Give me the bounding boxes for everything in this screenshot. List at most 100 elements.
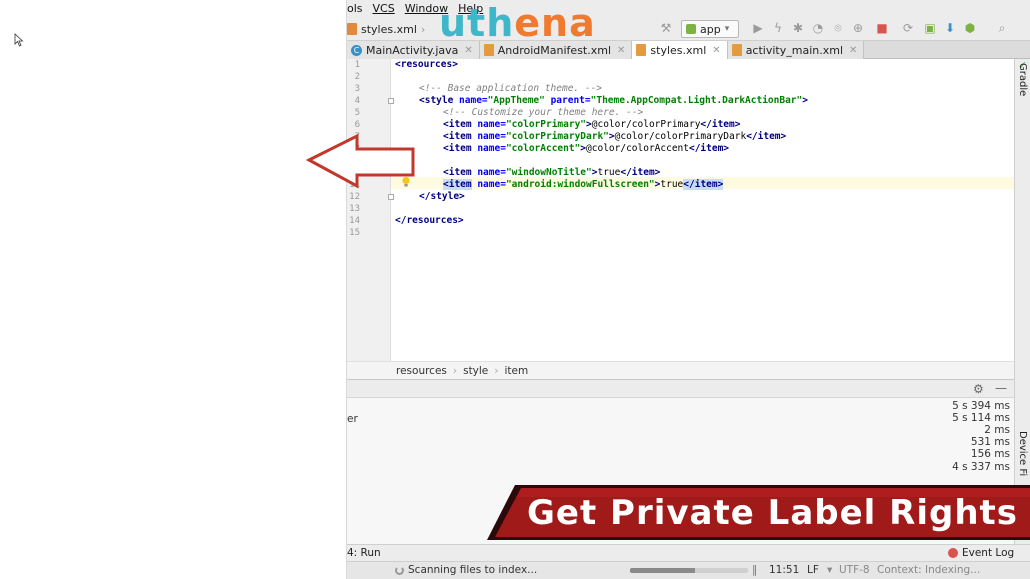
close-icon[interactable]: ✕ xyxy=(849,45,857,56)
stop-icon[interactable]: ■ xyxy=(875,21,889,35)
line-number-gutter: 1 2 3 4 5 6 7 8 9 10 11 12 13 14 15 xyxy=(347,59,394,361)
xml-file-icon xyxy=(483,44,494,56)
fold-marker[interactable] xyxy=(388,194,394,200)
run-config-label: app xyxy=(700,22,721,36)
code-token: "android:windowFullscreen" xyxy=(505,179,655,190)
tab-activity-main[interactable]: activity_main.xml ✕ xyxy=(727,41,865,59)
line-number: 4 xyxy=(354,96,360,106)
editor-tabs: C MainActivity.java ✕ AndroidManifest.xm… xyxy=(347,41,1030,59)
line-number: 6 xyxy=(354,120,360,130)
code-line-12: </style> xyxy=(419,191,465,203)
code-token: "colorAccent" xyxy=(505,143,581,154)
fold-marker[interactable] xyxy=(388,98,394,104)
code-token: @color/colorPrimaryDark xyxy=(614,131,747,142)
right-tool-strip: ✓ Gradle Device Fi xyxy=(1014,59,1030,549)
debug-icon[interactable]: ✱ xyxy=(791,21,805,35)
code-token: "AppTheme" xyxy=(487,95,545,106)
code-line-4: <style name="AppTheme" parent="Theme.App… xyxy=(419,95,808,107)
context-status: Context: Indexing... xyxy=(877,564,981,576)
spinner-icon xyxy=(395,565,404,575)
sdk-manager-icon[interactable]: ⬇ xyxy=(943,21,957,35)
attach-debugger-icon[interactable]: ⌾ xyxy=(831,21,845,35)
tab-label: styles.xml xyxy=(650,43,707,57)
timing-value: 156 ms xyxy=(970,448,1010,460)
cursor-position[interactable]: 11:51 xyxy=(769,564,799,576)
sync-gradle-icon[interactable]: ⟳ xyxy=(901,21,915,35)
menu-tools[interactable]: ols xyxy=(347,2,363,15)
device-file-explorer-side-tab[interactable]: Device Fi xyxy=(1017,431,1028,476)
file-encoding[interactable]: UTF-8 xyxy=(839,564,870,576)
close-icon[interactable]: ✕ xyxy=(712,45,720,56)
minimize-icon[interactable]: — xyxy=(995,381,1007,395)
current-file-label: styles.xml xyxy=(361,22,417,36)
run-config-select[interactable]: app ▾ xyxy=(681,20,739,38)
avd-manager-icon[interactable]: ▣ xyxy=(923,21,937,35)
run-tool-tab[interactable]: 4: Run xyxy=(347,547,381,559)
breadcrumb: resources › style › item xyxy=(347,361,1014,379)
breadcrumb-item[interactable]: style xyxy=(463,365,488,377)
status-bar: Scanning files to index... ‖ 11:51 LF ▾ … xyxy=(347,561,1030,579)
line-number: 3 xyxy=(354,84,360,94)
event-log-label: Event Log xyxy=(962,547,1015,559)
code-token: </item> xyxy=(746,131,787,142)
tab-styles[interactable]: styles.xml ✕ xyxy=(632,41,728,59)
close-icon[interactable]: ✕ xyxy=(464,45,472,56)
line-separator[interactable]: LF xyxy=(807,564,819,576)
timing-value: 4 s 337 ms xyxy=(952,461,1010,473)
current-file-crumb[interactable]: styles.xml › xyxy=(347,20,425,38)
code-content[interactable]: <resources> <!-- Base application theme.… xyxy=(395,59,1010,361)
breadcrumb-item[interactable]: resources xyxy=(396,365,447,377)
mouse-pointer-icon xyxy=(14,33,24,47)
line-number: 15 xyxy=(349,228,360,238)
logo-part-orange: ena xyxy=(514,1,596,45)
code-token: <item xyxy=(443,179,472,190)
event-log-tab[interactable]: Event Log xyxy=(948,547,1014,559)
tab-label: activity_main.xml xyxy=(745,43,843,57)
run-icon[interactable]: ▶ xyxy=(751,21,765,35)
profile-icon[interactable]: ◔ xyxy=(811,21,825,35)
android-device-monitor-icon[interactable]: ⬢ xyxy=(963,21,977,35)
code-token: <style xyxy=(419,95,454,106)
code-editor[interactable]: 1 2 3 4 5 6 7 8 9 10 11 12 13 14 15 <res… xyxy=(347,59,1014,361)
tab-main-activity[interactable]: C MainActivity.java ✕ xyxy=(347,41,480,59)
gear-icon[interactable]: ⚙ xyxy=(973,382,984,396)
progress-fill xyxy=(630,568,695,573)
pause-icon[interactable]: ‖ xyxy=(752,564,757,576)
xml-file-icon xyxy=(636,44,647,56)
code-token: parent= xyxy=(544,95,591,106)
menu-vcs[interactable]: VCS xyxy=(373,2,395,15)
coverage-icon[interactable]: ⊕ xyxy=(851,21,865,35)
code-token: true xyxy=(597,167,621,178)
line-number: 1 xyxy=(354,60,360,70)
xml-file-icon xyxy=(347,23,357,35)
breadcrumb-item[interactable]: item xyxy=(504,365,528,377)
apply-changes-icon[interactable]: ϟ xyxy=(771,21,785,35)
line-number: 12 xyxy=(349,192,360,202)
code-token: "colorPrimaryDark" xyxy=(505,131,609,142)
timing-value: 531 ms xyxy=(970,436,1010,448)
search-icon[interactable]: ⌕ xyxy=(995,21,1009,35)
timing-value: 5 s 394 ms xyxy=(952,400,1010,412)
code-line-14: </resources> xyxy=(395,215,464,227)
code-token: true xyxy=(660,179,684,190)
gradle-side-tab[interactable]: Gradle xyxy=(1017,63,1028,96)
code-token: </item> xyxy=(683,179,724,190)
line-number: 2 xyxy=(354,72,360,82)
line-number: 13 xyxy=(349,204,360,214)
hammer-icon[interactable]: ⚒ xyxy=(659,21,673,35)
code-token: </item> xyxy=(700,119,741,130)
code-line-3: <!-- Base application theme. --> xyxy=(419,83,602,95)
java-class-icon: C xyxy=(351,44,362,56)
uthena-logo: uthena xyxy=(439,3,596,43)
code-token: <item xyxy=(443,167,472,178)
tab-android-manifest[interactable]: AndroidManifest.xml ✕ xyxy=(479,41,633,59)
ide-window: ols VCS Window Help styles.xml › ⚒ app ▾… xyxy=(347,0,1030,579)
run-panel-header: ⚙ — xyxy=(347,380,1014,398)
close-icon[interactable]: ✕ xyxy=(617,45,625,56)
xml-file-icon xyxy=(731,44,742,56)
code-token: name= xyxy=(471,119,506,130)
line-number: 14 xyxy=(349,216,360,226)
code-token: > xyxy=(802,95,808,106)
code-token: </resources> xyxy=(395,215,464,226)
code-token: name= xyxy=(471,179,506,190)
